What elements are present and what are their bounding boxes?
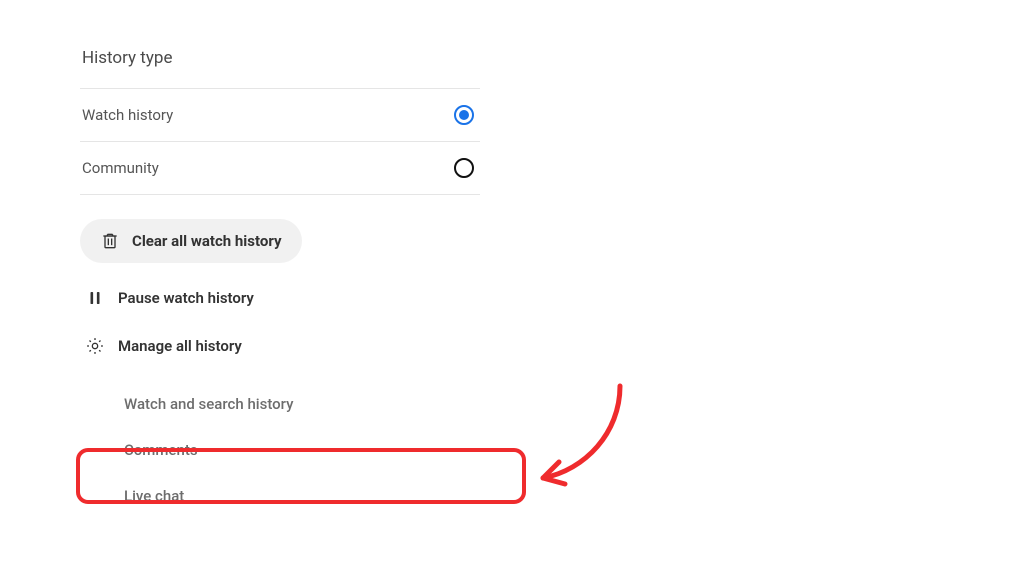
radio-selected-icon[interactable]: [454, 105, 474, 125]
option-label: Watch history: [82, 106, 173, 124]
subitem-live-chat[interactable]: Live chat: [80, 473, 480, 519]
action-label: Clear all watch history: [132, 232, 282, 250]
subitem-comments[interactable]: Comments: [80, 427, 480, 473]
action-label: Manage all history: [118, 337, 242, 355]
clear-watch-history-button[interactable]: Clear all watch history: [80, 219, 480, 263]
panel-heading: History type: [82, 48, 480, 68]
divider: [80, 194, 480, 195]
manage-sublist: Watch and search history Comments Live c…: [80, 381, 480, 519]
radio-unselected-icon[interactable]: [454, 158, 474, 178]
option-watch-history[interactable]: Watch history: [80, 89, 480, 141]
subitem-watch-search[interactable]: Watch and search history: [80, 381, 480, 427]
trash-icon: [100, 231, 120, 251]
option-community[interactable]: Community: [80, 142, 480, 194]
action-label: Pause watch history: [118, 289, 254, 307]
pause-watch-history-button[interactable]: Pause watch history: [80, 277, 480, 319]
history-type-panel: History type Watch history Community: [80, 48, 480, 519]
pause-icon: [84, 287, 106, 309]
annotation-arrow-icon: [525, 378, 645, 498]
option-label: Community: [82, 159, 159, 177]
manage-all-history-button[interactable]: Manage all history: [80, 325, 480, 367]
gear-icon: [84, 335, 106, 357]
actions-list: Clear all watch history Pause watch hist…: [80, 219, 480, 519]
